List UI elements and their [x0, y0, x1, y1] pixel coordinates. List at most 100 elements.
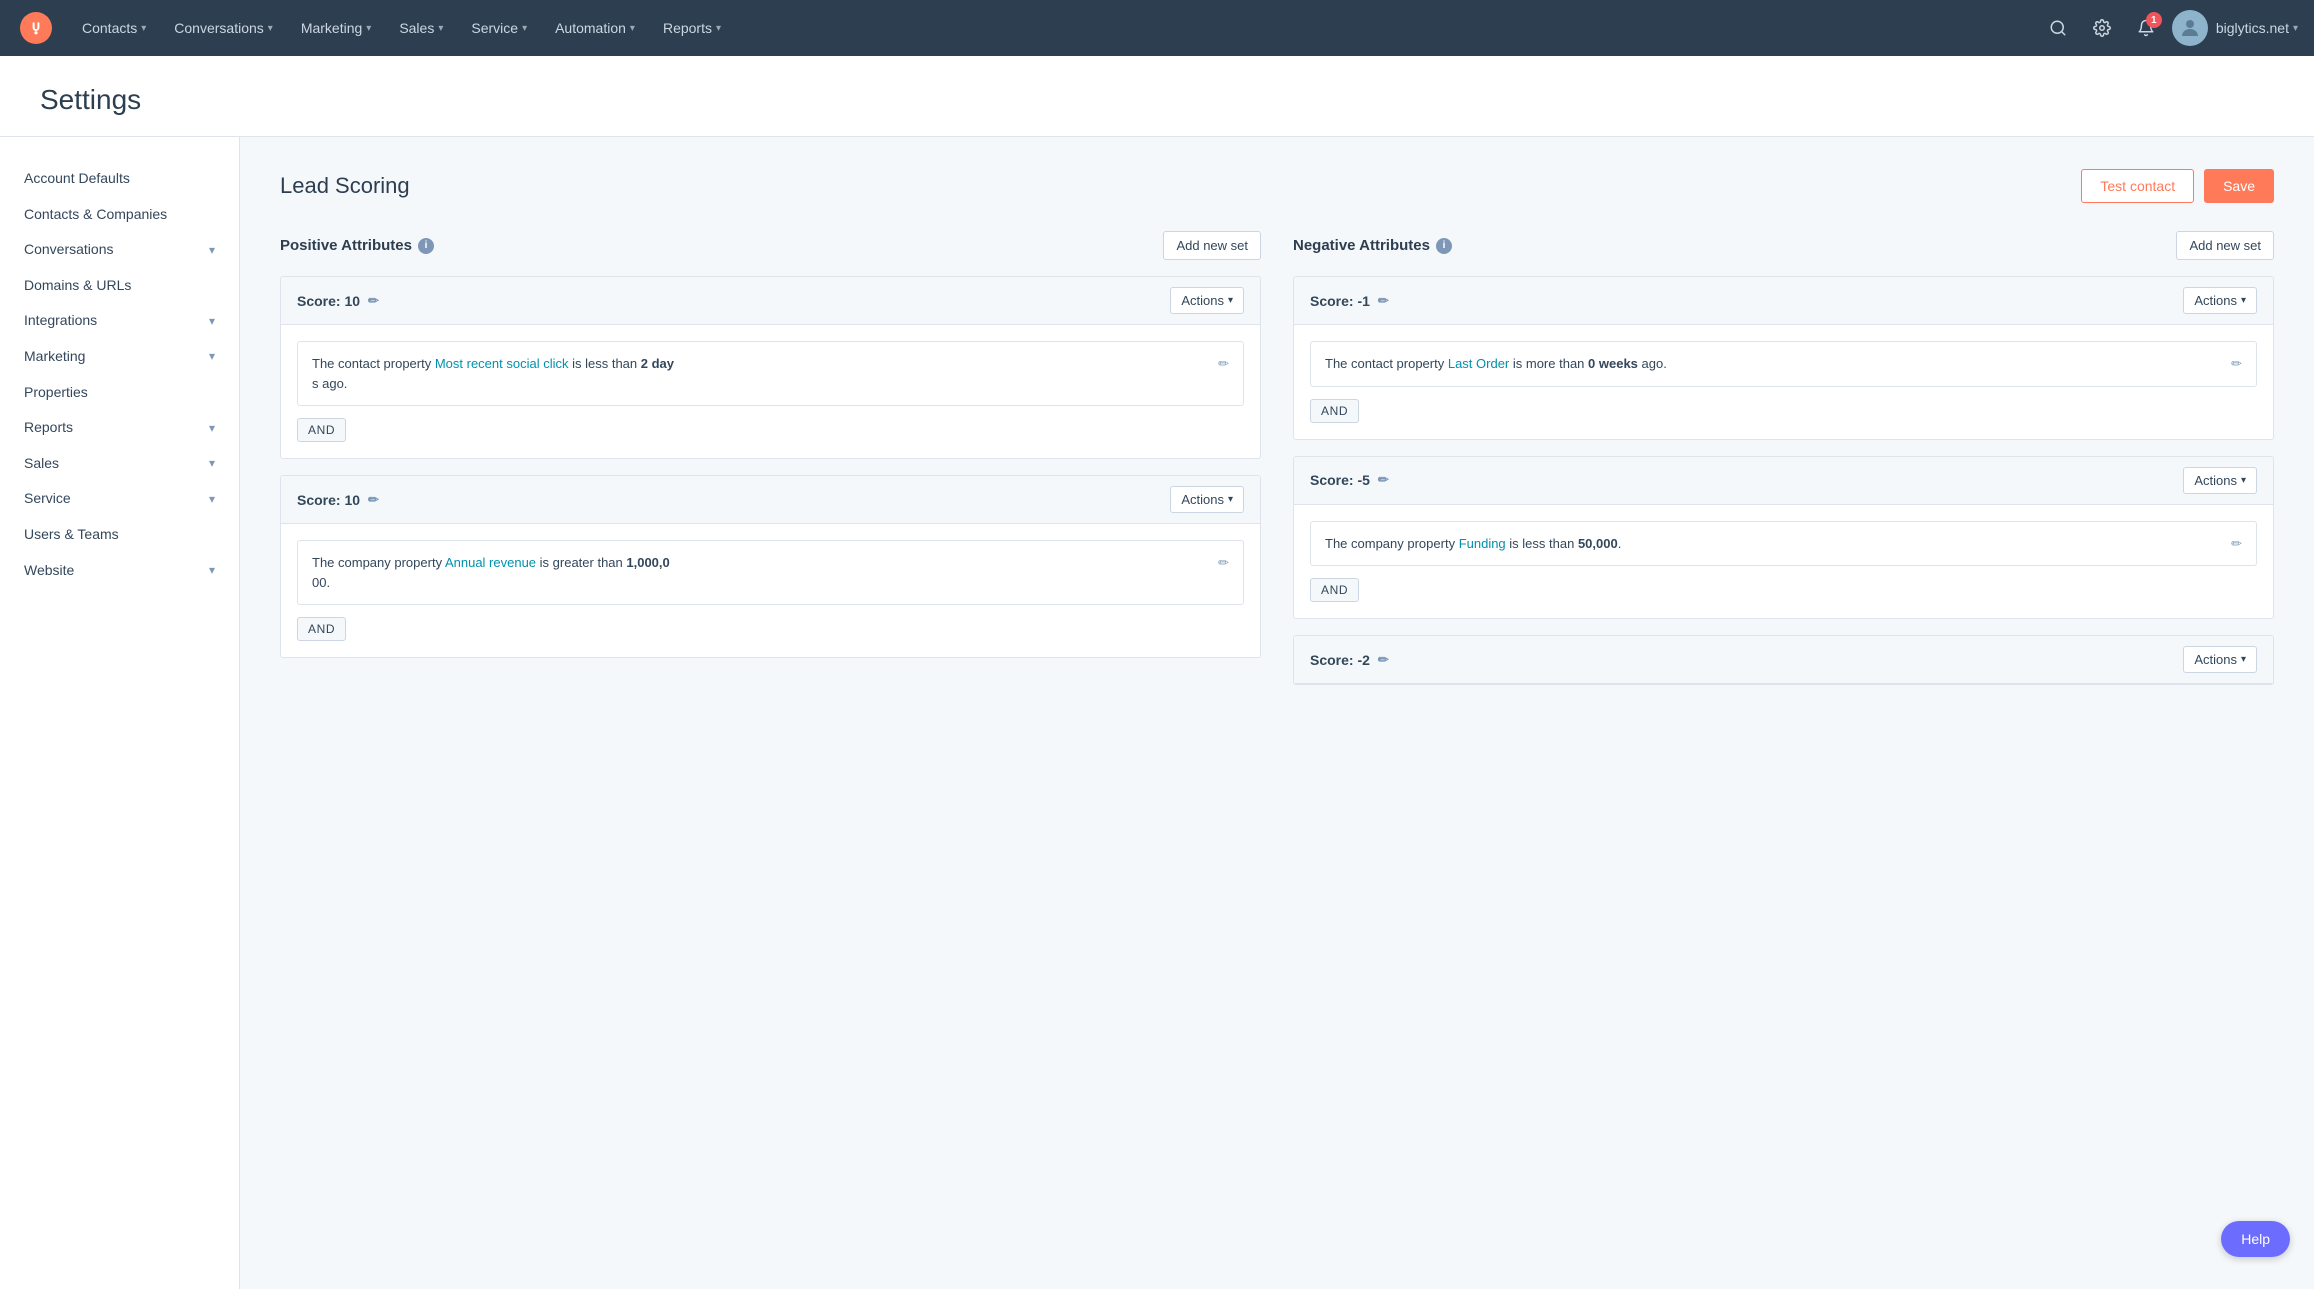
sidebar-item-integrations[interactable]: Integrations ▾ [0, 303, 239, 339]
chevron-down-icon: ▾ [209, 491, 215, 508]
positive-score-label-1: Score: 10 ✏ [297, 293, 379, 309]
neg-score-edit-icon-1[interactable]: ✏ [1378, 293, 1389, 309]
nav-reports[interactable]: Reports ▾ [649, 0, 735, 56]
condition-link-neg-1[interactable]: Last Order [1448, 356, 1509, 371]
negative-score-label-2: Score: -5 ✏ [1310, 472, 1389, 488]
notifications-button[interactable]: 1 [2128, 10, 2164, 46]
chevron-down-icon: ▾ [209, 420, 215, 437]
positive-score-card-1-header: Score: 10 ✏ Actions ▾ [281, 277, 1260, 325]
positive-attributes-column: Positive Attributes i Add new set Score:… [280, 231, 1261, 701]
chevron-down-icon: ▾ [1228, 494, 1233, 505]
negative-actions-button-1[interactable]: Actions ▾ [2183, 287, 2257, 314]
condition-box-neg-2: The company property Funding is less tha… [1310, 521, 2257, 567]
positive-score-card-1: Score: 10 ✏ Actions ▾ The conta [280, 276, 1261, 459]
positive-score-card-2-body: The company property Annual revenue is g… [281, 524, 1260, 657]
negative-score-card-2-body: The company property Funding is less tha… [1294, 505, 2273, 619]
content-area: Account Defaults Contacts & Companies Co… [0, 137, 2314, 1289]
sidebar-item-properties[interactable]: Properties [0, 375, 239, 411]
negative-score-card-3-header: Score: -2 ✏ Actions ▾ [1294, 636, 2273, 684]
negative-actions-button-3[interactable]: Actions ▾ [2183, 646, 2257, 673]
negative-score-label-3: Score: -2 ✏ [1310, 652, 1389, 668]
chevron-down-icon: ▾ [366, 23, 371, 34]
search-button[interactable] [2040, 10, 2076, 46]
nav-contacts[interactable]: Contacts ▾ [68, 0, 160, 56]
condition-edit-icon-pos-2[interactable]: ✏ [1218, 553, 1229, 573]
attributes-grid: Positive Attributes i Add new set Score:… [280, 231, 2274, 701]
test-contact-button[interactable]: Test contact [2081, 169, 2194, 203]
sidebar-item-reports[interactable]: Reports ▾ [0, 410, 239, 446]
sidebar-item-users-teams[interactable]: Users & Teams [0, 517, 239, 553]
chevron-down-icon: ▾ [268, 23, 273, 34]
and-button-pos-2[interactable]: AND [297, 617, 346, 641]
account-name[interactable]: biglytics.net ▾ [2216, 20, 2298, 36]
nav-conversations[interactable]: Conversations ▾ [160, 0, 287, 56]
negative-score-card-1-header: Score: -1 ✏ Actions ▾ [1294, 277, 2273, 325]
user-avatar[interactable] [2172, 10, 2208, 46]
and-button-neg-1[interactable]: AND [1310, 399, 1359, 423]
positive-actions-button-2[interactable]: Actions ▾ [1170, 486, 1244, 513]
negative-score-card-2: Score: -5 ✏ Actions ▾ The compa [1293, 456, 2274, 620]
notification-count: 1 [2146, 12, 2162, 28]
score-edit-icon-2[interactable]: ✏ [368, 492, 379, 508]
chevron-down-icon: ▾ [209, 242, 215, 259]
page-header: Settings [0, 56, 2314, 137]
nav-service[interactable]: Service ▾ [457, 0, 541, 56]
sidebar-item-conversations[interactable]: Conversations ▾ [0, 232, 239, 268]
sidebar-item-website[interactable]: Website ▾ [0, 553, 239, 589]
negative-score-label-1: Score: -1 ✏ [1310, 293, 1389, 309]
condition-box-pos-2: The company property Annual revenue is g… [297, 540, 1244, 605]
lead-scoring-title: Lead Scoring [280, 173, 410, 199]
positive-add-new-set-button[interactable]: Add new set [1163, 231, 1261, 260]
chevron-down-icon: ▾ [1228, 295, 1233, 306]
positive-score-label-2: Score: 10 ✏ [297, 492, 379, 508]
sidebar-item-marketing[interactable]: Marketing ▾ [0, 339, 239, 375]
negative-actions-button-2[interactable]: Actions ▾ [2183, 467, 2257, 494]
positive-actions-button-1[interactable]: Actions ▾ [1170, 287, 1244, 314]
chevron-down-icon: ▾ [141, 23, 146, 34]
negative-score-card-3: Score: -2 ✏ Actions ▾ [1293, 635, 2274, 685]
chevron-down-icon: ▾ [2241, 475, 2246, 486]
settings-button[interactable] [2084, 10, 2120, 46]
sidebar-item-contacts-companies[interactable]: Contacts & Companies [0, 197, 239, 233]
condition-edit-icon-neg-1[interactable]: ✏ [2231, 354, 2242, 374]
neg-score-edit-icon-3[interactable]: ✏ [1378, 652, 1389, 668]
chevron-down-icon: ▾ [522, 23, 527, 34]
nav-automation[interactable]: Automation ▾ [541, 0, 649, 56]
nav-links: Contacts ▾ Conversations ▾ Marketing ▾ S… [68, 0, 2040, 56]
negative-add-new-set-button[interactable]: Add new set [2176, 231, 2274, 260]
negative-attributes-title: Negative Attributes i [1293, 237, 1452, 254]
nav-sales[interactable]: Sales ▾ [385, 0, 457, 56]
help-button[interactable]: Help [2221, 1221, 2290, 1257]
negative-score-card-1-body: The contact property Last Order is more … [1294, 325, 2273, 439]
sidebar-item-sales[interactable]: Sales ▾ [0, 446, 239, 482]
condition-link-pos-2[interactable]: Annual revenue [445, 555, 536, 570]
info-icon-neg[interactable]: i [1436, 238, 1452, 254]
sidebar-item-domains-urls[interactable]: Domains & URLs [0, 268, 239, 304]
condition-edit-icon-neg-2[interactable]: ✏ [2231, 534, 2242, 554]
condition-edit-icon-pos-1[interactable]: ✏ [1218, 354, 1229, 374]
condition-link-pos-1[interactable]: Most recent social click [435, 356, 569, 371]
sidebar-item-service[interactable]: Service ▾ [0, 481, 239, 517]
chevron-down-icon: ▾ [209, 562, 215, 579]
and-button-pos-1[interactable]: AND [297, 418, 346, 442]
chevron-down-icon: ▾ [2241, 295, 2246, 306]
condition-box-neg-1: The contact property Last Order is more … [1310, 341, 2257, 387]
negative-attributes-column: Negative Attributes i Add new set Score:… [1293, 231, 2274, 701]
chevron-down-icon: ▾ [2241, 654, 2246, 665]
neg-score-edit-icon-2[interactable]: ✏ [1378, 472, 1389, 488]
chevron-down-icon: ▾ [438, 23, 443, 34]
score-edit-icon-1[interactable]: ✏ [368, 293, 379, 309]
nav-marketing[interactable]: Marketing ▾ [287, 0, 386, 56]
chevron-down-icon: ▾ [209, 455, 215, 472]
save-button[interactable]: Save [2204, 169, 2274, 203]
and-button-neg-2[interactable]: AND [1310, 578, 1359, 602]
chevron-down-icon: ▾ [2293, 23, 2298, 34]
condition-link-neg-2[interactable]: Funding [1459, 536, 1506, 551]
info-icon[interactable]: i [418, 238, 434, 254]
page-title: Settings [40, 84, 2274, 116]
chevron-down-icon: ▾ [630, 23, 635, 34]
chevron-down-icon: ▾ [209, 313, 215, 330]
hubspot-logo[interactable] [16, 8, 56, 48]
sidebar-item-account-defaults[interactable]: Account Defaults [0, 161, 239, 197]
positive-attributes-header: Positive Attributes i Add new set [280, 231, 1261, 260]
